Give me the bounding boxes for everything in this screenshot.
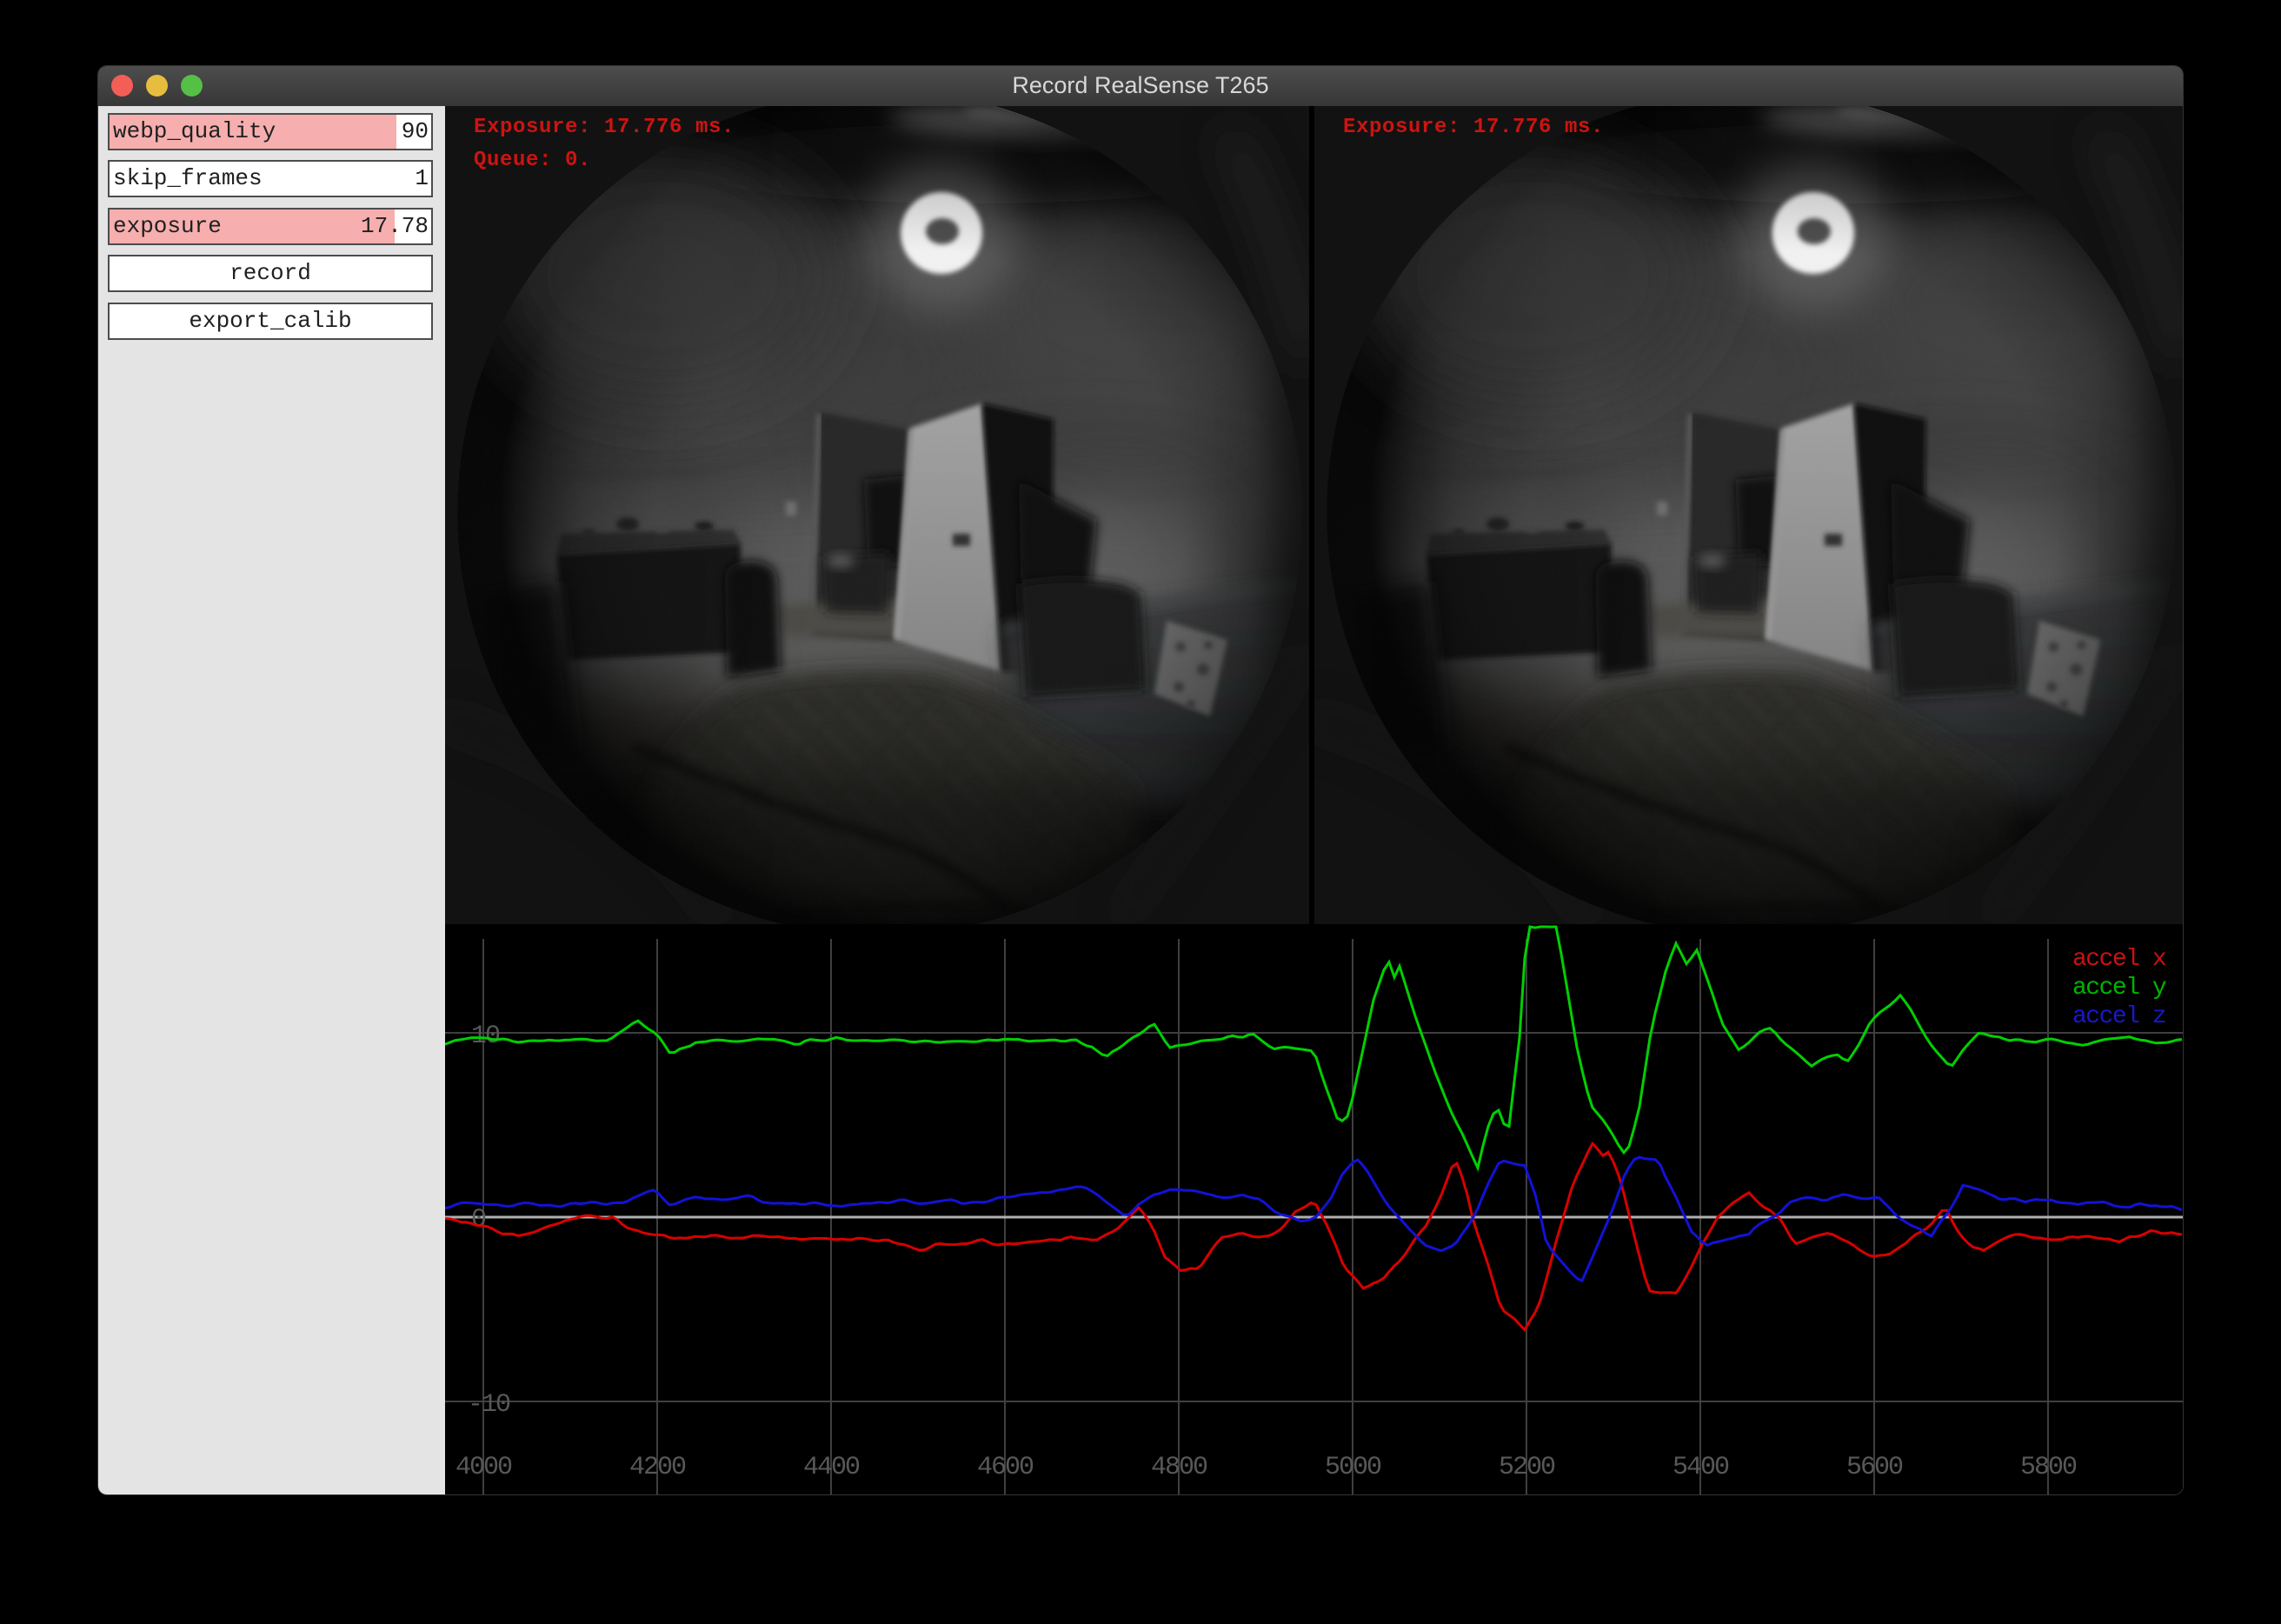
svg-text:-10: -10 [468,1390,510,1420]
svg-text:4400: 4400 [803,1453,860,1482]
svg-text:accel y: accel y [2072,975,2166,1002]
svg-text:accel x: accel x [2072,946,2166,973]
svg-text:accel z: accel z [2072,1003,2165,1030]
svg-text:4800: 4800 [1151,1453,1207,1482]
svg-text:10: 10 [471,1022,500,1051]
svg-text:5600: 5600 [1846,1453,1903,1482]
svg-text:0: 0 [471,1205,486,1235]
svg-text:5200: 5200 [1499,1453,1555,1482]
svg-text:5000: 5000 [1325,1453,1381,1482]
svg-text:5400: 5400 [1673,1453,1729,1482]
svg-text:4600: 4600 [977,1453,1034,1482]
svg-text:5800: 5800 [2020,1453,2077,1482]
svg-text:4000: 4000 [456,1453,512,1482]
svg-text:4200: 4200 [629,1453,686,1482]
